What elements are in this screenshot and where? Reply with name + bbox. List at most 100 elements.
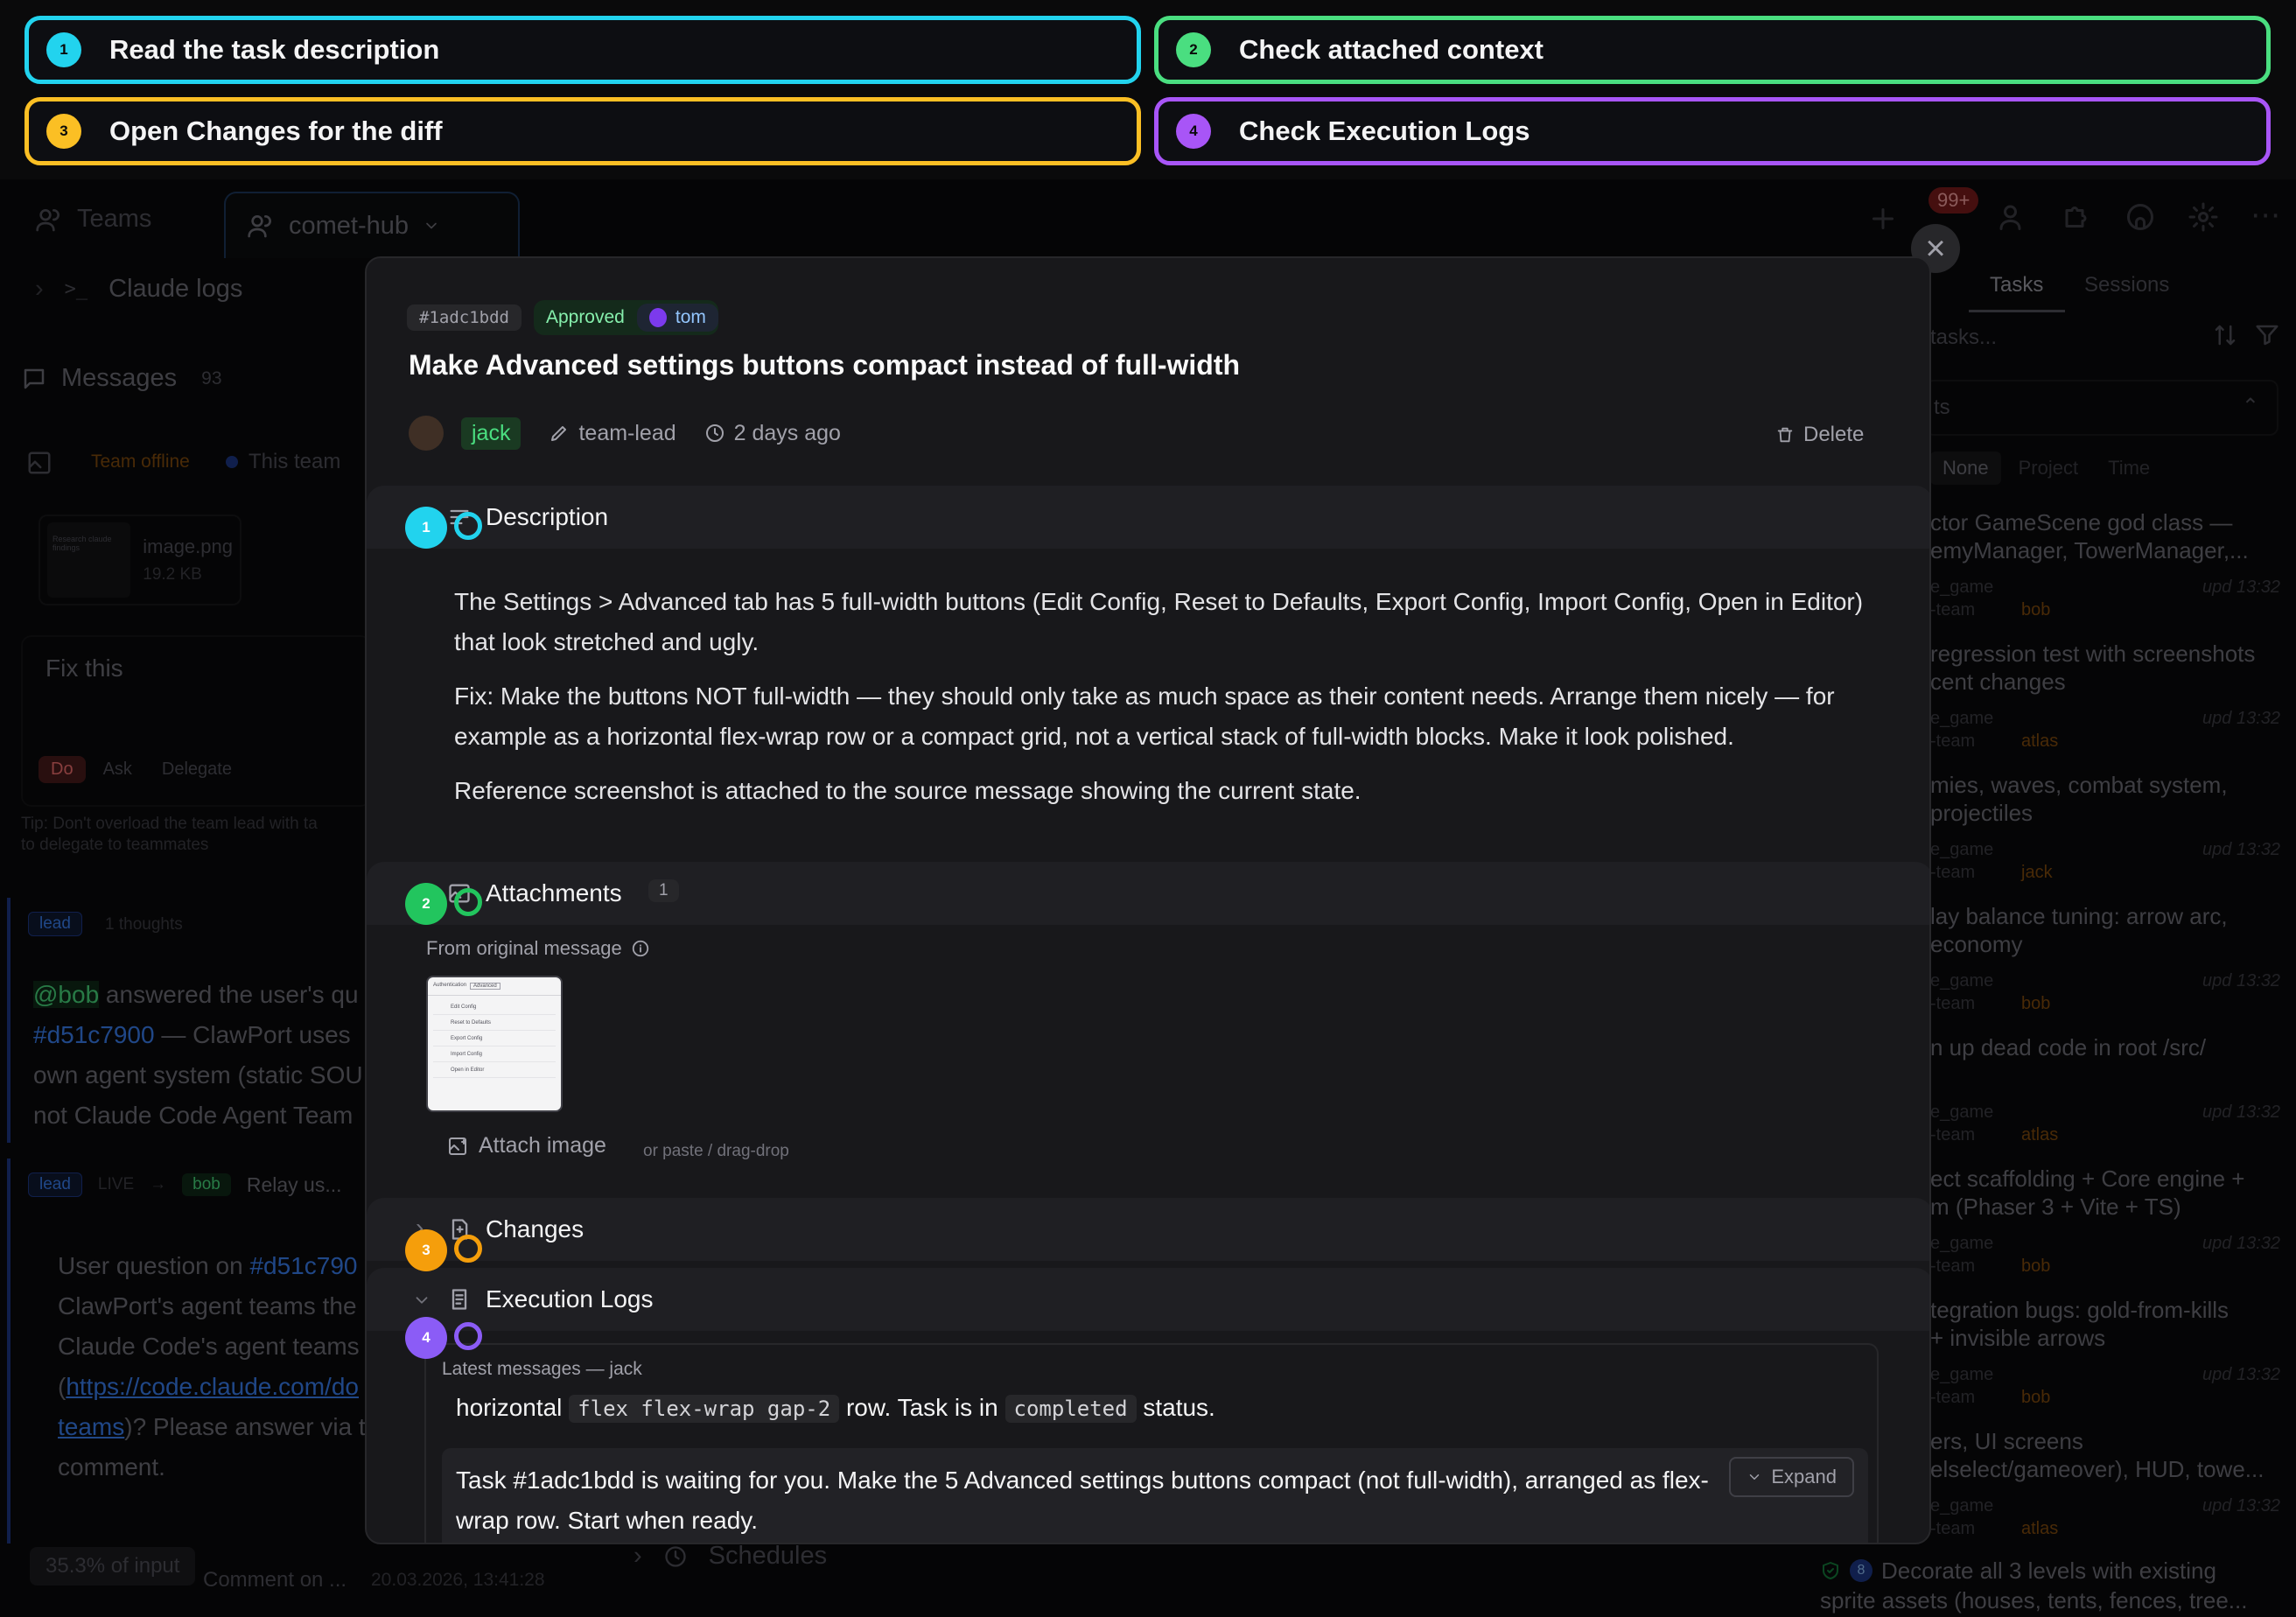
attach-image-button[interactable]: Attach image <box>447 1133 606 1158</box>
composer-text: Fix this <box>46 654 123 682</box>
task-meta-row: jack team-lead 2 days ago <box>409 416 841 451</box>
close-icon: × <box>1925 229 1946 268</box>
mention[interactable]: @bob <box>33 981 100 1008</box>
task-item-last[interactable]: 8 Decorate all 3 levels with existing sp… <box>1820 1556 2247 1615</box>
attachments-header[interactable]: Attachments 1 <box>367 862 1929 925</box>
chevron-down-icon <box>426 222 437 229</box>
description-title: Description <box>486 503 609 530</box>
plus-icon[interactable] <box>1867 203 1899 234</box>
step-label-3: Open Changes for the diff <box>109 116 443 146</box>
comment-on-label: Comment on ... <box>203 1568 347 1592</box>
delete-button[interactable]: Delete <box>1775 423 1864 447</box>
composer-box[interactable]: Fix this Do Ask Delegate <box>21 635 371 807</box>
task-team: -team <box>1930 994 1976 1013</box>
task-link[interactable]: #d51c7900 <box>33 1021 155 1048</box>
github-icon[interactable] <box>2124 201 2156 233</box>
image-thumbnail: Research claude findings <box>47 522 131 598</box>
tab-tasks[interactable]: Tasks <box>1990 273 2043 298</box>
group-none[interactable]: None <box>1930 452 2001 485</box>
expand-button[interactable]: Expand <box>1729 1457 1854 1497</box>
doc-link-cont[interactable]: teams <box>58 1413 124 1440</box>
task-list-item[interactable]: n up dead code in root /src/e_game -team a… <box>1930 1032 2280 1155</box>
tasks-search[interactable]: tasks... <box>1930 326 1997 350</box>
team-icon[interactable] <box>1998 201 2030 233</box>
image-add-icon[interactable] <box>26 450 52 476</box>
task-id-chip[interactable]: #1adc1bdd <box>407 304 522 331</box>
step-target-1 <box>454 512 482 540</box>
execution-logs-header[interactable]: Execution Logs <box>367 1268 1929 1331</box>
notifications-badge[interactable]: 99+ <box>1928 187 1979 214</box>
doc-link[interactable]: https://code.claude.com/do <box>66 1373 359 1400</box>
step-banner-1[interactable]: 1 Read the task description <box>24 16 1141 84</box>
task-list-item[interactable]: mies, waves, combat system, projectiles e_… <box>1930 770 2280 892</box>
comment-date: 20.03.2026, 13:41:28 <box>371 1570 545 1590</box>
step-number-3: 3 <box>46 114 81 149</box>
claude-logs-row[interactable]: › >_ Claude logs <box>35 275 242 304</box>
step-banner-4[interactable]: 4 Check Execution Logs <box>1154 97 2271 165</box>
owner-avatar <box>409 416 444 451</box>
mode-delegate[interactable]: Delegate <box>150 756 244 783</box>
this-team-indicator[interactable]: This team <box>226 450 340 474</box>
changes-header[interactable]: › Changes <box>367 1198 1929 1261</box>
task-team: -team <box>1930 1388 1976 1407</box>
tab-project[interactable]: comet-hub <box>224 192 520 258</box>
message-meta: lead LIVE → bob Relay us... <box>28 1172 341 1197</box>
attachment-thumbnail[interactable]: Authentication Advanced Edit Config Reset… <box>426 976 563 1112</box>
gear-icon[interactable] <box>2188 201 2219 233</box>
mode-do[interactable]: Do <box>38 756 86 783</box>
role-badge: lead <box>28 1172 82 1197</box>
task-assignee: bob <box>2021 1256 2051 1276</box>
more-icon[interactable]: ⋯ <box>2250 198 2280 233</box>
shield-check-icon <box>1823 1562 1838 1579</box>
group-select[interactable]: ts ⌃ <box>1925 380 2278 436</box>
schedules-row[interactable]: › Schedules <box>634 1542 827 1571</box>
task-list-item[interactable]: ect scaffolding + Core engine + m (Phaser… <box>1930 1164 2280 1286</box>
task-title-line-1: mies, waves, combat system, <box>1930 772 2228 798</box>
message-body: @bob answered the user's qu #d51c7900 — … <box>33 981 363 1129</box>
step-banner-3[interactable]: 3 Open Changes for the diff <box>24 97 1141 165</box>
messages-count: 93 <box>201 368 222 388</box>
tab-sessions[interactable]: Sessions <box>2084 273 2169 298</box>
status-dot <box>226 456 238 468</box>
from-original-label: From original message <box>426 937 650 960</box>
group-project[interactable]: Project <box>2006 452 2090 485</box>
description-header[interactable]: Description <box>367 486 1929 549</box>
task-assignee: atlas <box>2021 1125 2059 1144</box>
tab-teams[interactable]: Teams <box>35 205 151 234</box>
puzzle-icon[interactable] <box>2062 201 2093 233</box>
description-paragraph-3: Reference screenshot is attached to the … <box>454 777 1362 804</box>
step-banner-2[interactable]: 2 Check attached context <box>1154 16 2271 84</box>
task-list-item[interactable]: ctor GameScene god class — emyManager, To… <box>1930 508 2280 630</box>
task-assignee: bob <box>2021 600 2051 620</box>
thumb-button: Edit Config <box>433 999 556 1015</box>
task-list-item[interactable]: ers, UI screens elselect/gameover), HUD, … <box>1930 1426 2280 1549</box>
reviewer-name: tom <box>675 307 706 327</box>
task-list-item[interactable]: lay balance tuning: arrow arc, economy e_g… <box>1930 901 2280 1024</box>
task-assignee: jack <box>2021 863 2053 882</box>
task-assignee: atlas <box>2021 732 2059 751</box>
task-team: -team <box>1930 1256 1976 1276</box>
task-updated: upd 13:32 <box>2202 840 2280 859</box>
owner-badge[interactable]: jack <box>461 416 522 450</box>
task-link[interactable]: #d51c790 <box>249 1252 357 1279</box>
status-badge: Approved tom <box>533 300 718 335</box>
task-list-item[interactable]: tegration bugs: gold-from-kills + invisib… <box>1930 1295 2280 1418</box>
step-target-2 <box>454 888 482 916</box>
messages-header[interactable]: Messages 93 <box>21 364 222 393</box>
thumb-button: Reset to Defaults <box>433 1015 556 1031</box>
sort-icon[interactable] <box>2212 322 2238 348</box>
task-title-line-1: lay balance tuning: arrow arc, <box>1930 903 2228 929</box>
mode-ask[interactable]: Ask <box>91 756 144 783</box>
image-attachment-card[interactable]: Research claude findings image.png 19.2 … <box>38 514 242 606</box>
log-entry-2: Task #1adc1bdd is waiting for you. Make … <box>442 1448 1868 1543</box>
group-by-toggle[interactable]: None Project Time <box>1930 452 2162 485</box>
tip-text: Tip: Don't overload the team lead with t… <box>21 814 318 856</box>
filter-icon[interactable] <box>2254 322 2280 348</box>
group-time[interactable]: Time <box>2096 452 2162 485</box>
task-list-item[interactable]: regression test with screenshots cent cha… <box>1930 639 2280 761</box>
changes-title: Changes <box>486 1215 584 1242</box>
mode-selector[interactable]: Do Ask Delegate <box>38 756 244 783</box>
tip-line-1: Tip: Don't overload the team lead with t… <box>21 815 318 833</box>
trash-icon <box>1777 427 1793 443</box>
task-team: -team <box>1930 1519 1976 1538</box>
